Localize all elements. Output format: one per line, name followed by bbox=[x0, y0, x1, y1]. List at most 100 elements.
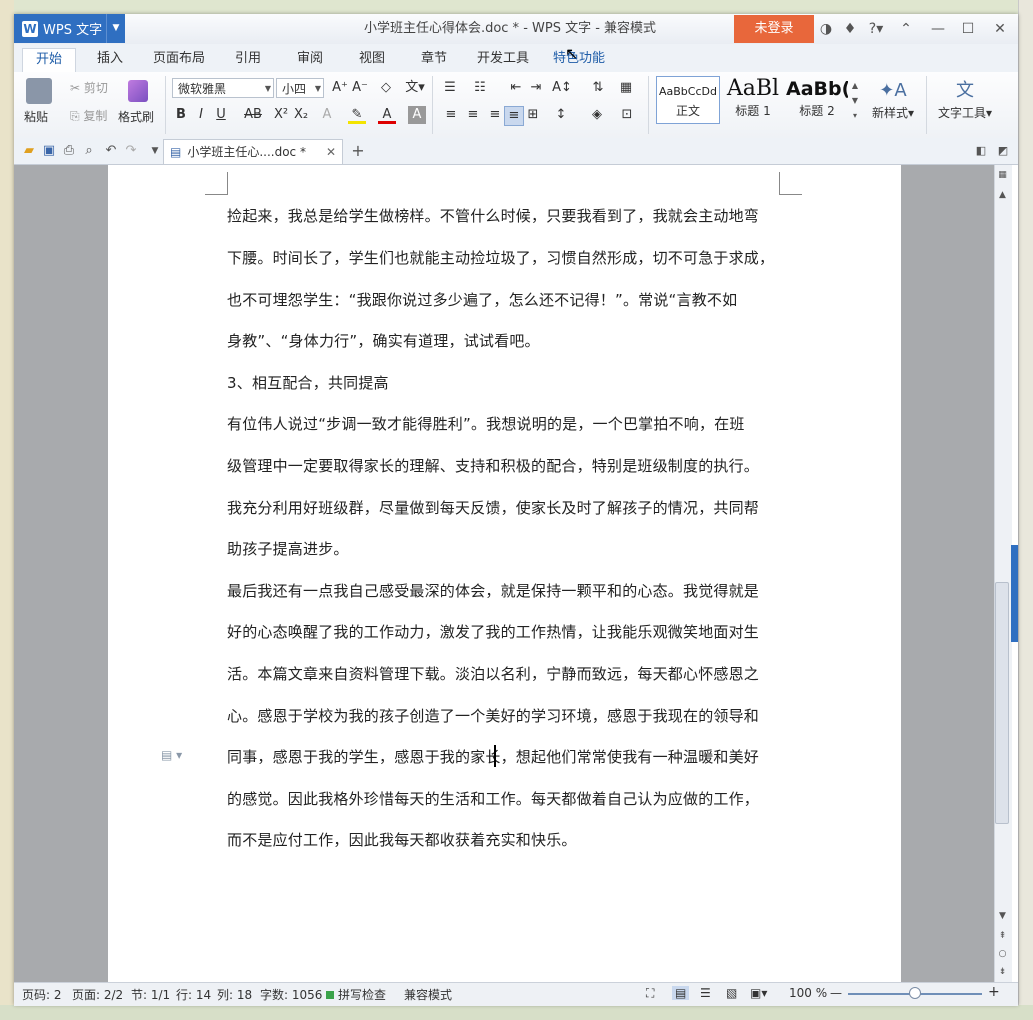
spell-check-toggle[interactable]: 拼写检查 bbox=[326, 986, 386, 1003]
text-line[interactable]: 而不是应付工作，因此我每天都收获着充实和快乐。 bbox=[227, 829, 577, 850]
customize-chevron-icon[interactable]: ▼ bbox=[146, 142, 164, 160]
text-line[interactable]: 的感觉。因此我格外珍惜每天的生活和工作。每天都做着自己认为应做的工作， bbox=[227, 788, 759, 809]
justify-icon[interactable]: ≡ bbox=[504, 106, 524, 126]
tab-references[interactable]: 引用 bbox=[226, 48, 270, 72]
tab-insert[interactable]: 插入 bbox=[88, 48, 132, 72]
scrollbar-thumb[interactable] bbox=[995, 582, 1009, 824]
print-preview-icon[interactable]: ⌕ bbox=[80, 142, 98, 160]
tab-review[interactable]: 审阅 bbox=[288, 48, 332, 72]
maximize-icon[interactable]: ☐ bbox=[956, 16, 980, 42]
style-heading-2[interactable]: AaBb( 标题 2 bbox=[786, 76, 848, 124]
print-icon[interactable]: ⎙ bbox=[60, 142, 78, 160]
chevron-down-icon[interactable]: ▼ bbox=[106, 14, 125, 43]
app-menu-button[interactable]: W WPS 文字 ▼ bbox=[14, 14, 125, 43]
highlight-icon[interactable]: ✎ bbox=[348, 106, 366, 124]
format-painter-button[interactable]: 格式刷 bbox=[118, 78, 160, 128]
text-line[interactable]: 同事，感恩于我的学生，感恩于我的家长，想起他们常常使我有一种温暖和美好 bbox=[227, 746, 759, 767]
copy-button[interactable]: ⎘ 复制 bbox=[70, 107, 107, 124]
zoom-level[interactable]: 100 % bbox=[789, 986, 827, 1000]
tab-page-layout[interactable]: 页面布局 bbox=[146, 48, 212, 72]
shading-icon[interactable]: ◈ bbox=[588, 106, 606, 124]
new-tab-icon[interactable]: + bbox=[349, 142, 367, 160]
font-color-icon[interactable]: A bbox=[378, 106, 396, 124]
fullscreen-view-icon[interactable]: ⛶ bbox=[646, 986, 654, 1001]
next-page-icon[interactable]: ⇟ bbox=[994, 964, 1011, 980]
char-shading-icon[interactable]: A bbox=[408, 106, 426, 124]
text-line[interactable]: 3、相互配合，共同提高 bbox=[227, 372, 389, 393]
bold-icon[interactable]: B bbox=[172, 106, 190, 124]
align-left-icon[interactable]: ≡ bbox=[442, 106, 460, 124]
text-line[interactable]: 心。感恩于学校为我的孩子创造了一个美好的学习环境，感恩于我现在的领导和 bbox=[227, 705, 759, 726]
zoom-out-icon[interactable]: — bbox=[830, 986, 842, 1000]
outline-view-icon[interactable]: ☰ bbox=[700, 986, 711, 1000]
italic-icon[interactable]: I bbox=[192, 106, 210, 124]
text-line[interactable]: 有位伟人说过“步调一致才能得胜利”。我想说明的是，一个巴掌拍不响，在班 bbox=[227, 413, 745, 434]
tab-home[interactable]: 开始 bbox=[22, 48, 76, 74]
text-line[interactable]: 活。本篇文章来自资料管理下载。淡泊以名利，宁静而致远，每天都心怀感恩之 bbox=[227, 663, 759, 684]
zoom-in-icon[interactable]: + bbox=[988, 984, 1000, 1000]
scroll-up-icon[interactable]: ▲ bbox=[994, 187, 1011, 203]
strikethrough-icon[interactable]: AB bbox=[242, 106, 264, 124]
text-line[interactable]: 下腰。时间长了，学生们也就能主动捡垃圾了，习惯自然形成，切不可急于求成， bbox=[227, 247, 774, 268]
page-view-icon[interactable]: ▤ bbox=[672, 986, 690, 1000]
text-line[interactable]: 好的心态唤醒了我的工作动力，激发了我的工作热情，让我能乐观微笑地面对生 bbox=[227, 621, 759, 642]
clear-format-icon[interactable]: ◇ bbox=[376, 78, 396, 98]
font-name-select[interactable]: 微软雅黑 ▼ bbox=[172, 78, 274, 98]
paste-button[interactable]: 粘贴 bbox=[22, 78, 60, 130]
text-tools-button[interactable]: 文 文字工具▾ bbox=[934, 78, 996, 128]
window-mode-icon[interactable]: ◩ bbox=[994, 142, 1012, 160]
new-style-button[interactable]: ✦A 新样式▾ bbox=[866, 78, 920, 128]
style-normal[interactable]: AaBbCcDd 正文 bbox=[656, 76, 720, 124]
collapse-ribbon-icon[interactable]: ⌃ bbox=[894, 16, 918, 42]
shrink-font-icon[interactable]: A⁻ bbox=[350, 78, 370, 98]
help-icon[interactable]: ?▾ bbox=[862, 16, 890, 42]
font-size-select[interactable]: 小四 ▼ bbox=[276, 78, 324, 98]
ruler-toggle-icon[interactable]: ▦ bbox=[994, 167, 1011, 183]
cut-button[interactable]: ✂ 剪切 bbox=[70, 79, 108, 96]
text-line[interactable]: 我充分利用好班级群，尽量做到每天反馈，使家长及时了解孩子的情况，共同帮 bbox=[227, 497, 759, 518]
subscript-icon[interactable]: X₂ bbox=[292, 106, 310, 124]
style-gallery-scroll[interactable]: ▲ ▼ ▾ bbox=[850, 78, 860, 124]
distribute-icon[interactable]: ⊞ bbox=[524, 106, 542, 124]
tab-view[interactable]: 视图 bbox=[350, 48, 394, 72]
zoom-slider-handle[interactable] bbox=[909, 987, 921, 999]
paragraph-menu-icon[interactable]: ▤ ▾ bbox=[161, 748, 182, 762]
scroll-down-icon[interactable]: ▼ bbox=[994, 908, 1011, 924]
shirt-icon[interactable]: ♦ bbox=[838, 16, 862, 42]
open-folder-icon[interactable]: ▰ bbox=[20, 142, 38, 160]
close-icon[interactable]: ✕ bbox=[988, 16, 1012, 42]
skin-icon[interactable]: ◑ bbox=[814, 16, 838, 42]
align-center-icon[interactable]: ≡ bbox=[464, 106, 482, 124]
borders-icon[interactable]: ⊡ bbox=[618, 106, 636, 124]
text-effect-icon[interactable]: A bbox=[318, 106, 336, 124]
reading-view-icon[interactable]: ▣▾ bbox=[750, 986, 767, 1000]
bullet-list-icon[interactable]: ☰ bbox=[440, 78, 460, 98]
superscript-icon[interactable]: X² bbox=[272, 106, 290, 124]
select-browse-icon[interactable]: ○ bbox=[994, 946, 1011, 962]
text-line[interactable]: 身教”、“身体力行”，确实有道理，试试看吧。 bbox=[227, 330, 540, 351]
style-heading-1[interactable]: AaBl 标题 1 bbox=[722, 76, 784, 124]
close-tab-icon[interactable]: ✕ bbox=[326, 140, 336, 164]
tab-special-features[interactable]: 特色功能 bbox=[546, 48, 612, 72]
decrease-indent-icon[interactable]: ⇤ bbox=[506, 78, 526, 98]
tab-developer[interactable]: 开发工具 bbox=[472, 48, 534, 72]
text-line[interactable]: 最后我还有一点我自己感受最深的体会，就是保持一颗平和的心态。我觉得就是 bbox=[227, 580, 759, 601]
tab-list-icon[interactable]: ◧ bbox=[972, 142, 990, 160]
increase-indent-icon[interactable]: ⇥ bbox=[526, 78, 546, 98]
phonetic-guide-icon[interactable]: 文▾ bbox=[402, 78, 428, 98]
web-view-icon[interactable]: ▧ bbox=[726, 986, 737, 1000]
undo-icon[interactable]: ↶ bbox=[102, 142, 120, 160]
text-line[interactable]: 助孩子提高进步。 bbox=[227, 538, 349, 559]
table-icon[interactable]: ▦ bbox=[616, 78, 636, 98]
underline-icon[interactable]: U bbox=[212, 106, 230, 124]
status-word-count[interactable]: 字数: 1056 bbox=[260, 986, 322, 1003]
save-icon[interactable]: ▣ bbox=[40, 142, 58, 160]
prev-page-icon[interactable]: ⇞ bbox=[994, 928, 1011, 944]
vertical-scrollbar[interactable] bbox=[994, 165, 1012, 982]
document-tab[interactable]: ▤ 小学班主任心....doc * ✕ bbox=[163, 139, 343, 164]
line-spacing-icon[interactable]: ↕ bbox=[552, 106, 570, 124]
numbered-list-icon[interactable]: ☷ bbox=[470, 78, 490, 98]
text-direction-icon[interactable]: A↕ bbox=[552, 78, 572, 98]
minimize-icon[interactable]: — bbox=[926, 16, 950, 42]
text-line[interactable]: 也不可埋怨学生：“我跟你说过多少遍了，怎么还不记得！”。常说“言教不如 bbox=[227, 289, 737, 310]
